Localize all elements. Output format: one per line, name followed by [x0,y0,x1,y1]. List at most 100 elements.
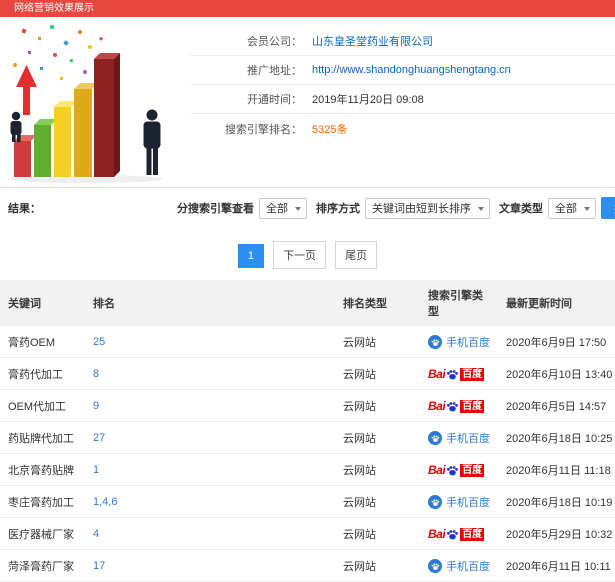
paw-icon [428,559,442,573]
promo-url-link[interactable]: http://www.shandonghuangshengtang.cn [312,64,511,76]
last-page-button[interactable]: 尾页 [335,241,378,269]
rank-cell[interactable]: 9 [85,389,335,422]
keyword-cell: 膏药代加工 [0,357,85,390]
engine-rank-count: 5325条 [312,123,348,136]
company-link[interactable]: 山东皇圣堂药业有限公司 [312,33,433,49]
rank-type-cell: 云网站 [335,517,420,550]
engine-cell: Bai 百度 [420,517,498,550]
engine-cell: 手机百度 [420,326,498,358]
header-rank: 排名 [85,280,335,326]
open-time-value: 2019年11月20日 09:08 [312,94,424,106]
paw-icon [446,528,459,541]
page-title-bar: 网络营销效果展示 [0,0,615,17]
engine-cell: 手机百度 [420,549,498,582]
baidu-cn-text: 百度 [460,367,485,381]
table-row: 膏药代加工 8 云网站 Bai 百度 2020年6月10日 13:40 [0,357,615,390]
submit-button[interactable]: 提交 [601,197,615,219]
rank-cell[interactable]: 8 [85,357,335,390]
engine-cell: 手机百度 [420,421,498,454]
rank-type-cell: 云网站 [335,421,420,454]
next-page-button[interactable]: 下一页 [273,241,327,269]
baidu-cn-text: 百度 [460,463,485,477]
pagination: 1 下一页 尾页 [0,241,615,269]
promo-url-label: 推广地址： [247,65,302,77]
member-fields: 会员公司： 山东皇圣堂药业有限公司 推广地址： http://www.shand… [190,17,615,187]
baidu-latin-text: Bai [428,463,446,477]
mobile-baidu-logo: 手机百度 [428,430,490,446]
header-engine-type: 搜索引擎类型 [420,280,498,326]
mobile-baidu-label: 手机百度 [446,561,490,573]
mobile-baidu-logo: 手机百度 [428,494,490,510]
baidu-latin-text: Bai [428,367,446,381]
promo-illustration [0,17,190,187]
baidu-latin-text: Bai [428,527,446,541]
header-rank-type: 排名类型 [335,280,420,326]
article-type-select[interactable]: 全部 [548,197,596,219]
rank-cell[interactable]: 17 [85,549,335,582]
mobile-baidu-label: 手机百度 [446,497,490,509]
company-label: 会员公司： [247,36,302,48]
update-time-cell: 2020年6月9日 17:50 [498,326,615,358]
mobile-baidu-logo: 手机百度 [428,558,490,574]
header-keyword: 关键词 [0,280,85,326]
mobile-baidu-label: 手机百度 [446,433,490,445]
baidu-logo: Bai 百度 [428,527,485,541]
ranking-table: 关键词 排名 排名类型 搜索引擎类型 最新更新时间 膏药OEM 25 云网站 手… [0,280,615,582]
keyword-cell: 医疗器械厂家 [0,517,85,550]
update-time-cell: 2020年6月18日 10:25 [498,421,615,454]
rank-type-cell: 云网站 [335,453,420,486]
engine-cell: Bai 百度 [420,389,498,422]
company-row: 会员公司： 山东皇圣堂药业有限公司 [190,27,615,56]
update-time-cell: 2020年6月10日 13:40 [498,357,615,390]
rank-cell[interactable]: 25 [85,326,335,358]
promo-url-row: 推广地址： http://www.shandonghuangshengtang.… [190,56,615,85]
page-1-button[interactable]: 1 [237,244,264,268]
rank-type-cell: 云网站 [335,485,420,518]
open-time-label: 开通时间： [247,94,302,106]
rank-cell[interactable]: 1,4,6 [85,485,335,518]
paw-icon [446,368,459,381]
rank-type-cell: 云网站 [335,549,420,582]
member-info-section: 会员公司： 山东皇圣堂药业有限公司 推广地址： http://www.shand… [0,17,615,188]
engine-cell: Bai 百度 [420,453,498,486]
baidu-logo: Bai 百度 [428,367,485,381]
engine-filter-label: 分搜索引擎查看 [177,203,254,215]
header-update-time: 最新更新时间 [498,280,615,326]
table-header-row: 关键词 排名 排名类型 搜索引擎类型 最新更新时间 [0,280,615,326]
keyword-cell: 菏泽膏药厂家 [0,549,85,582]
sort-filter-select[interactable]: 关键词由短到长排序 [365,197,490,219]
table-row: OEM代加工 9 云网站 Bai 百度 2020年6月5日 14:57 [0,389,615,422]
table-row: 北京膏药贴牌 1 云网站 Bai 百度 2020年6月11日 11:18 [0,453,615,486]
paw-icon [428,495,442,509]
engine-rank-row: 搜索引擎排名： 5325条 [190,114,615,143]
keyword-cell: 北京膏药贴牌 [0,453,85,486]
table-row: 医疗器械厂家 4 云网站 Bai 百度 2020年5月29日 10:32 [0,517,615,550]
bar-chart-illustration [7,25,163,183]
page-title: 网络营销效果展示 [14,3,94,14]
keyword-cell: OEM代加工 [0,389,85,422]
baidu-logo: Bai 百度 [428,399,485,413]
result-label: 结果： [8,203,41,215]
rank-cell[interactable]: 4 [85,517,335,550]
paw-icon [428,335,442,349]
rank-type-cell: 云网站 [335,389,420,422]
mobile-baidu-logo: 手机百度 [428,334,490,350]
table-row: 药贴牌代加工 27 云网站 手机百度 2020年6月18日 10:25 [0,421,615,454]
table-row: 菏泽膏药厂家 17 云网站 手机百度 2020年6月11日 10:11 [0,549,615,582]
engine-filter-select[interactable]: 全部 [259,197,307,219]
rank-cell[interactable]: 1 [85,453,335,486]
keyword-cell: 枣庄膏药加工 [0,485,85,518]
filter-controls: 分搜索引擎查看 全部 排序方式 关键词由短到长排序 文章类型 全部 提交 [173,197,615,219]
update-time-cell: 2020年6月11日 11:18 [498,453,615,486]
mobile-baidu-label: 手机百度 [446,337,490,349]
keyword-cell: 药贴牌代加工 [0,421,85,454]
baidu-latin-text: Bai [428,399,446,413]
rank-type-cell: 云网站 [335,326,420,358]
paw-icon [446,400,459,413]
engine-rank-label: 搜索引擎排名： [225,123,302,136]
engine-cell: Bai 百度 [420,357,498,390]
article-type-label: 文章类型 [499,203,543,215]
table-row: 膏药OEM 25 云网站 手机百度 2020年6月9日 17:50 [0,326,615,358]
rank-cell[interactable]: 27 [85,421,335,454]
update-time-cell: 2020年6月11日 10:11 [498,549,615,582]
